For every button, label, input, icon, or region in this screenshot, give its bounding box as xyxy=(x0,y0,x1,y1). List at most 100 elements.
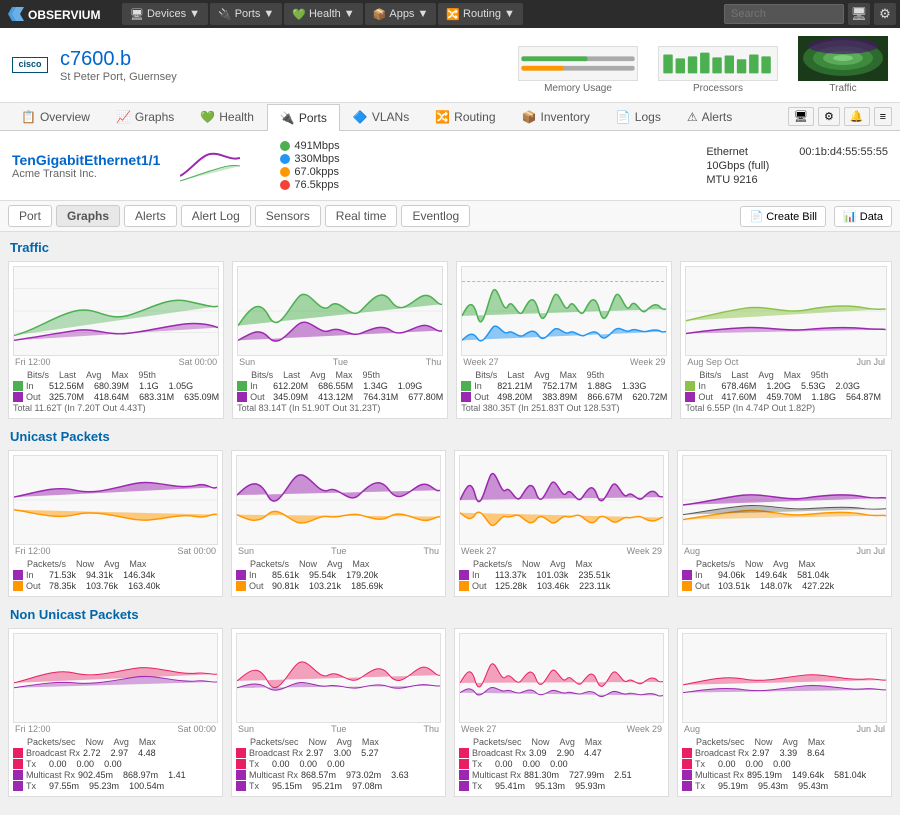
tab-overview[interactable]: 📋Overview xyxy=(8,103,103,130)
ports-chevron-icon: ▼ xyxy=(263,8,274,20)
traffic-chart-2-stats: Bits/s Last Avg Max 95th In 612.20M686.5… xyxy=(237,370,443,413)
tab-action-btn-3[interactable]: 🔔 xyxy=(844,107,870,126)
health-tab-icon: 💚 xyxy=(200,110,215,124)
sub-tab-port[interactable]: Port xyxy=(8,205,52,227)
non-unicast-chart-1: Fri 12:00 Sat 00:00 Packets/sec Now Avg … xyxy=(8,628,223,797)
tab-vlans[interactable]: 🔷VLANs xyxy=(340,103,422,130)
unicast-chart-1-stats: Packets/s Now Avg Max In 71.53k94.31k146… xyxy=(13,559,218,591)
search-area: 🖥 ⚙ xyxy=(724,3,896,25)
in-color-3 xyxy=(461,381,471,391)
settings-icon-btn[interactable]: ⚙ xyxy=(874,3,896,25)
unicast-chart-4-stats: Packets/s Now Avg Max In 94.06k149.64k58… xyxy=(682,559,887,591)
routing-chevron-icon: ▼ xyxy=(504,8,515,20)
bill-icon: 📄 xyxy=(749,211,763,223)
speed-pps-out-value: 76.5kpps xyxy=(294,179,339,191)
sub-tab-eventlog[interactable]: Eventlog xyxy=(401,205,470,227)
nav-health-btn[interactable]: 💚 Health ▼ xyxy=(284,3,362,25)
tab-actions: 🖥 ⚙ 🔔 ≡ xyxy=(788,107,892,126)
unicast-chart-1-xlabel: Fri 12:00 Sat 00:00 xyxy=(13,546,218,556)
unicast-chart-3-svg xyxy=(459,455,664,545)
traffic-chart-1-svg xyxy=(13,266,219,356)
non-unicast-chart-3-svg xyxy=(459,633,664,723)
unicast-chart-3-xlabel: Week 27 Week 29 xyxy=(459,546,664,556)
traffic-chart-2-svg xyxy=(237,266,443,356)
unicast-chart-2-xlabel: Sun Tue Thu xyxy=(236,546,441,556)
tab-logs[interactable]: 📄Logs xyxy=(603,103,674,130)
out-color-1 xyxy=(13,392,23,402)
port-mac: 00:1b:d4:55:55:55 xyxy=(799,146,888,158)
traffic-chart-3-svg xyxy=(461,266,667,356)
tab-inventory[interactable]: 📦Inventory xyxy=(509,103,603,130)
non-unicast-charts-grid: Fri 12:00 Sat 00:00 Packets/sec Now Avg … xyxy=(8,628,892,797)
port-speed: 10Gbps (full) xyxy=(706,160,769,172)
nav-routing-btn[interactable]: 🔀 Routing ▼ xyxy=(438,3,523,25)
memory-chart-item: Memory Usage xyxy=(518,46,638,94)
tab-action-btn-4[interactable]: ≡ xyxy=(874,107,892,126)
traffic-chart-3: Week 27 Week 29 Bits/s Last Avg Max 95th… xyxy=(456,261,672,419)
non-unicast-chart-2-xlabel: Sun Tue Thu xyxy=(236,724,441,734)
nav-ports-btn[interactable]: 🔌 Ports ▼ xyxy=(210,3,282,25)
sub-tab-alertlog[interactable]: Alert Log xyxy=(181,205,251,227)
tab-routing[interactable]: 🔀Routing xyxy=(422,103,508,130)
tab-graphs[interactable]: 📈Graphs xyxy=(103,103,187,130)
non-unicast-chart-1-stats: Packets/sec Now Avg Max Broadcast Rx 2.7… xyxy=(13,737,218,791)
sub-tab-alerts[interactable]: Alerts xyxy=(124,205,177,227)
port-provider: Acme Transit Inc. xyxy=(12,168,160,180)
unicast-chart-4: Aug Jun Jul Packets/s Now Avg Max In 94.… xyxy=(677,450,892,597)
non-unicast-chart-2: Sun Tue Thu Packets/sec Now Avg Max Broa… xyxy=(231,628,446,797)
non-unicast-chart-3-stats: Packets/sec Now Avg Max Broadcast Rx 3.0… xyxy=(459,737,664,791)
search-input[interactable] xyxy=(724,4,844,24)
traffic-chart-4-svg xyxy=(685,266,887,356)
port-info: TenGigabitEthernet1/1 Acme Transit Inc. … xyxy=(0,131,900,201)
speed-pps-out: 76.5kpps xyxy=(280,179,339,191)
in-color-4 xyxy=(685,381,695,391)
speed-out: 330Mbps xyxy=(280,153,339,165)
unicast-chart-2-svg xyxy=(236,455,441,545)
port-detail-type: Ethernet 10Gbps (full) MTU 9216 xyxy=(706,146,769,186)
unicast-out-1 xyxy=(13,581,23,591)
sub-tabs: Port Graphs Alerts Alert Log Sensors Rea… xyxy=(0,201,900,232)
port-details: Ethernet 10Gbps (full) MTU 9216 00:1b:d4… xyxy=(706,146,888,186)
tab-ports[interactable]: 🔌Ports xyxy=(267,104,340,131)
speed-pps-in-value: 67.0kpps xyxy=(294,166,339,178)
non-unicast-chart-3: Week 27 Week 29 Packets/sec Now Avg Max … xyxy=(454,628,669,797)
sub-tab-realtime[interactable]: Real time xyxy=(325,205,398,227)
traffic-chart-1-stats: Bits/s Last Avg Max 95th In 512.56M680.3… xyxy=(13,370,219,413)
nav-apps-btn[interactable]: 📦 Apps ▼ xyxy=(365,3,437,25)
overview-icon: 📋 xyxy=(21,110,36,124)
traffic-chart-3-stats: Bits/s Last Avg Max 95th In 821.21M752.1… xyxy=(461,370,667,413)
speed-in: 491Mbps xyxy=(280,140,339,152)
port-mtu: MTU 9216 xyxy=(706,174,769,186)
sub-tab-graphs[interactable]: Graphs xyxy=(56,205,120,227)
device-hostname[interactable]: c7600.b xyxy=(60,48,177,71)
nav-devices-btn[interactable]: 🖥 Devices ▼ xyxy=(122,3,208,25)
port-traffic-mini xyxy=(180,146,240,186)
svg-text:OBSERVIUM: OBSERVIUM xyxy=(28,8,100,22)
unicast-section: Unicast Packets Fri 12:00 Sat 00:00 Pack… xyxy=(8,429,892,597)
unicast-chart-4-xlabel: Aug Jun Jul xyxy=(682,546,887,556)
port-speeds: 491Mbps 330Mbps 67.0kpps 76.5kpps xyxy=(280,139,339,192)
apps-chevron-icon: ▼ xyxy=(417,8,428,20)
traffic-chart-2: Sun Tue Thu Bits/s Last Avg Max 95th In xyxy=(232,261,448,419)
tab-alerts[interactable]: ⚠Alerts xyxy=(674,103,745,130)
create-bill-btn[interactable]: 📄 Create Bill xyxy=(740,206,826,227)
main-tabs: 📋Overview 📈Graphs 💚Health 🔌Ports 🔷VLANs … xyxy=(0,103,900,131)
cisco-logo: cisco xyxy=(12,57,48,73)
port-name[interactable]: TenGigabitEthernet1/1 xyxy=(12,152,160,168)
unicast-chart-1: Fri 12:00 Sat 00:00 Packets/s Now Avg Ma… xyxy=(8,450,223,597)
in-color-1 xyxy=(13,381,23,391)
non-unicast-chart-1-xlabel: Fri 12:00 Sat 00:00 xyxy=(13,724,218,734)
traffic-chart-3-xlabel: Week 27 Week 29 xyxy=(461,357,667,367)
speed-out-dot xyxy=(280,154,290,164)
non-unicast-chart-4-xlabel: Aug Jun Jul xyxy=(682,724,887,734)
traffic-charts-grid: Fri 12:00 Sat 00:00 Bits/s Last Avg Max … xyxy=(8,261,892,419)
health-chevron-icon: ▼ xyxy=(344,8,355,20)
tab-action-btn-2[interactable]: ⚙ xyxy=(818,107,840,126)
data-btn[interactable]: 📊 Data xyxy=(834,206,892,227)
tab-action-btn-1[interactable]: 🖥 xyxy=(788,107,814,126)
tab-health[interactable]: 💚Health xyxy=(187,103,267,130)
sub-tab-sensors[interactable]: Sensors xyxy=(255,205,321,227)
non-unicast-title: Non Unicast Packets xyxy=(8,607,892,622)
non-unicast-chart-2-stats: Packets/sec Now Avg Max Broadcast Rx 2.9… xyxy=(236,737,441,791)
monitor-icon-btn[interactable]: 🖥 xyxy=(848,3,870,25)
